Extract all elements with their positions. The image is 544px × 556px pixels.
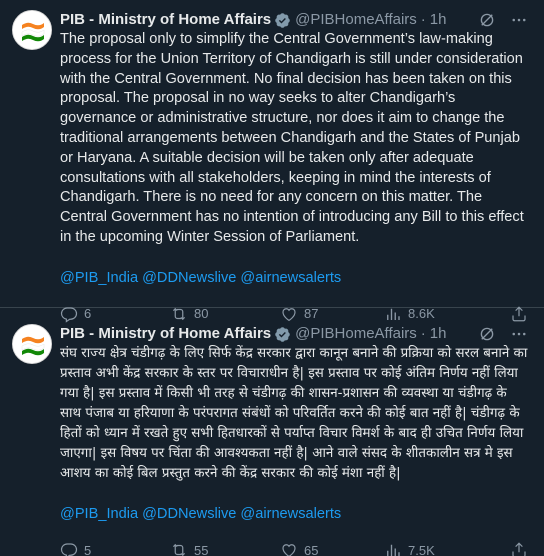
action-bar: 5 55 65 7.5K [60, 540, 528, 556]
share-button[interactable] [510, 541, 528, 556]
tweet-text: The proposal only to simplify the Centra… [60, 31, 524, 245]
reply-count: 5 [84, 542, 92, 556]
like-icon [282, 544, 296, 556]
views-button[interactable]: 7.5K [384, 541, 494, 556]
tweet-header: PIB - Ministry of Home Affairs @PIBHomeA… [60, 10, 528, 30]
like-count: 65 [304, 542, 319, 556]
reply-button[interactable]: 5 [60, 541, 170, 556]
mentions: @PIB_India @DDNewslive @airnewsalerts [60, 268, 528, 288]
views-icon [387, 544, 400, 556]
author-name[interactable]: PIB - Ministry of Home Affairs [60, 324, 271, 344]
mention-link[interactable]: @PIB_India [60, 506, 138, 522]
reply-icon [60, 543, 78, 556]
timestamp[interactable]: 1h [430, 324, 447, 344]
grok-icon[interactable] [478, 11, 496, 29]
separator-dot: · [420, 11, 426, 28]
avatar-column [12, 324, 52, 556]
avatar-column [12, 10, 52, 307]
flag-logo-icon [13, 11, 51, 49]
flag-logo-icon [13, 325, 51, 363]
author-handle[interactable]: @PIBHomeAffairs [295, 10, 417, 30]
tweet[interactable]: PIB - Ministry of Home Affairs @PIBHomeA… [0, 0, 544, 323]
tweet-header: PIB - Ministry of Home Affairs @PIBHomeA… [60, 324, 528, 344]
header-actions [478, 325, 528, 343]
repost-button[interactable]: 55 [170, 541, 280, 556]
author-name[interactable]: PIB - Ministry of Home Affairs [60, 10, 271, 30]
more-icon[interactable] [510, 325, 528, 343]
mention-link[interactable]: @DDNewslive [142, 506, 236, 522]
header-actions [478, 11, 528, 29]
mentions: @PIB_India @DDNewslive @airnewsalerts [60, 504, 528, 524]
like-button[interactable]: 65 [280, 541, 384, 556]
views-count: 7.5K [408, 542, 435, 556]
timestamp[interactable]: 1h [430, 10, 447, 30]
separator-dot: · [420, 325, 426, 342]
mention-link[interactable]: @airnewsalerts [240, 270, 341, 286]
grok-icon[interactable] [478, 325, 496, 343]
author-handle[interactable]: @PIBHomeAffairs [295, 324, 417, 344]
more-icon[interactable] [510, 11, 528, 29]
tweet-body: PIB - Ministry of Home Affairs @PIBHomeA… [60, 10, 528, 323]
avatar[interactable] [12, 10, 52, 50]
repost-icon [172, 543, 186, 556]
mention-link[interactable]: @PIB_India [60, 270, 138, 286]
verified-badge-icon [274, 12, 291, 29]
timeline-feed: PIB - Ministry of Home Affairs @PIBHomeA… [0, 0, 544, 556]
mention-link[interactable]: @DDNewslive [142, 270, 236, 286]
share-icon [512, 542, 526, 556]
avatar[interactable] [12, 324, 52, 364]
tweet[interactable]: PIB - Ministry of Home Affairs @PIBHomeA… [0, 308, 544, 556]
mention-link[interactable]: @airnewsalerts [240, 506, 341, 522]
tweet-body: PIB - Ministry of Home Affairs @PIBHomeA… [60, 324, 528, 556]
verified-badge-icon [274, 326, 291, 343]
repost-count: 55 [194, 542, 209, 556]
tweet-text: संघ राज्य क्षेत्र चंडीगढ़ के लिए सिर्फ क… [60, 346, 528, 481]
